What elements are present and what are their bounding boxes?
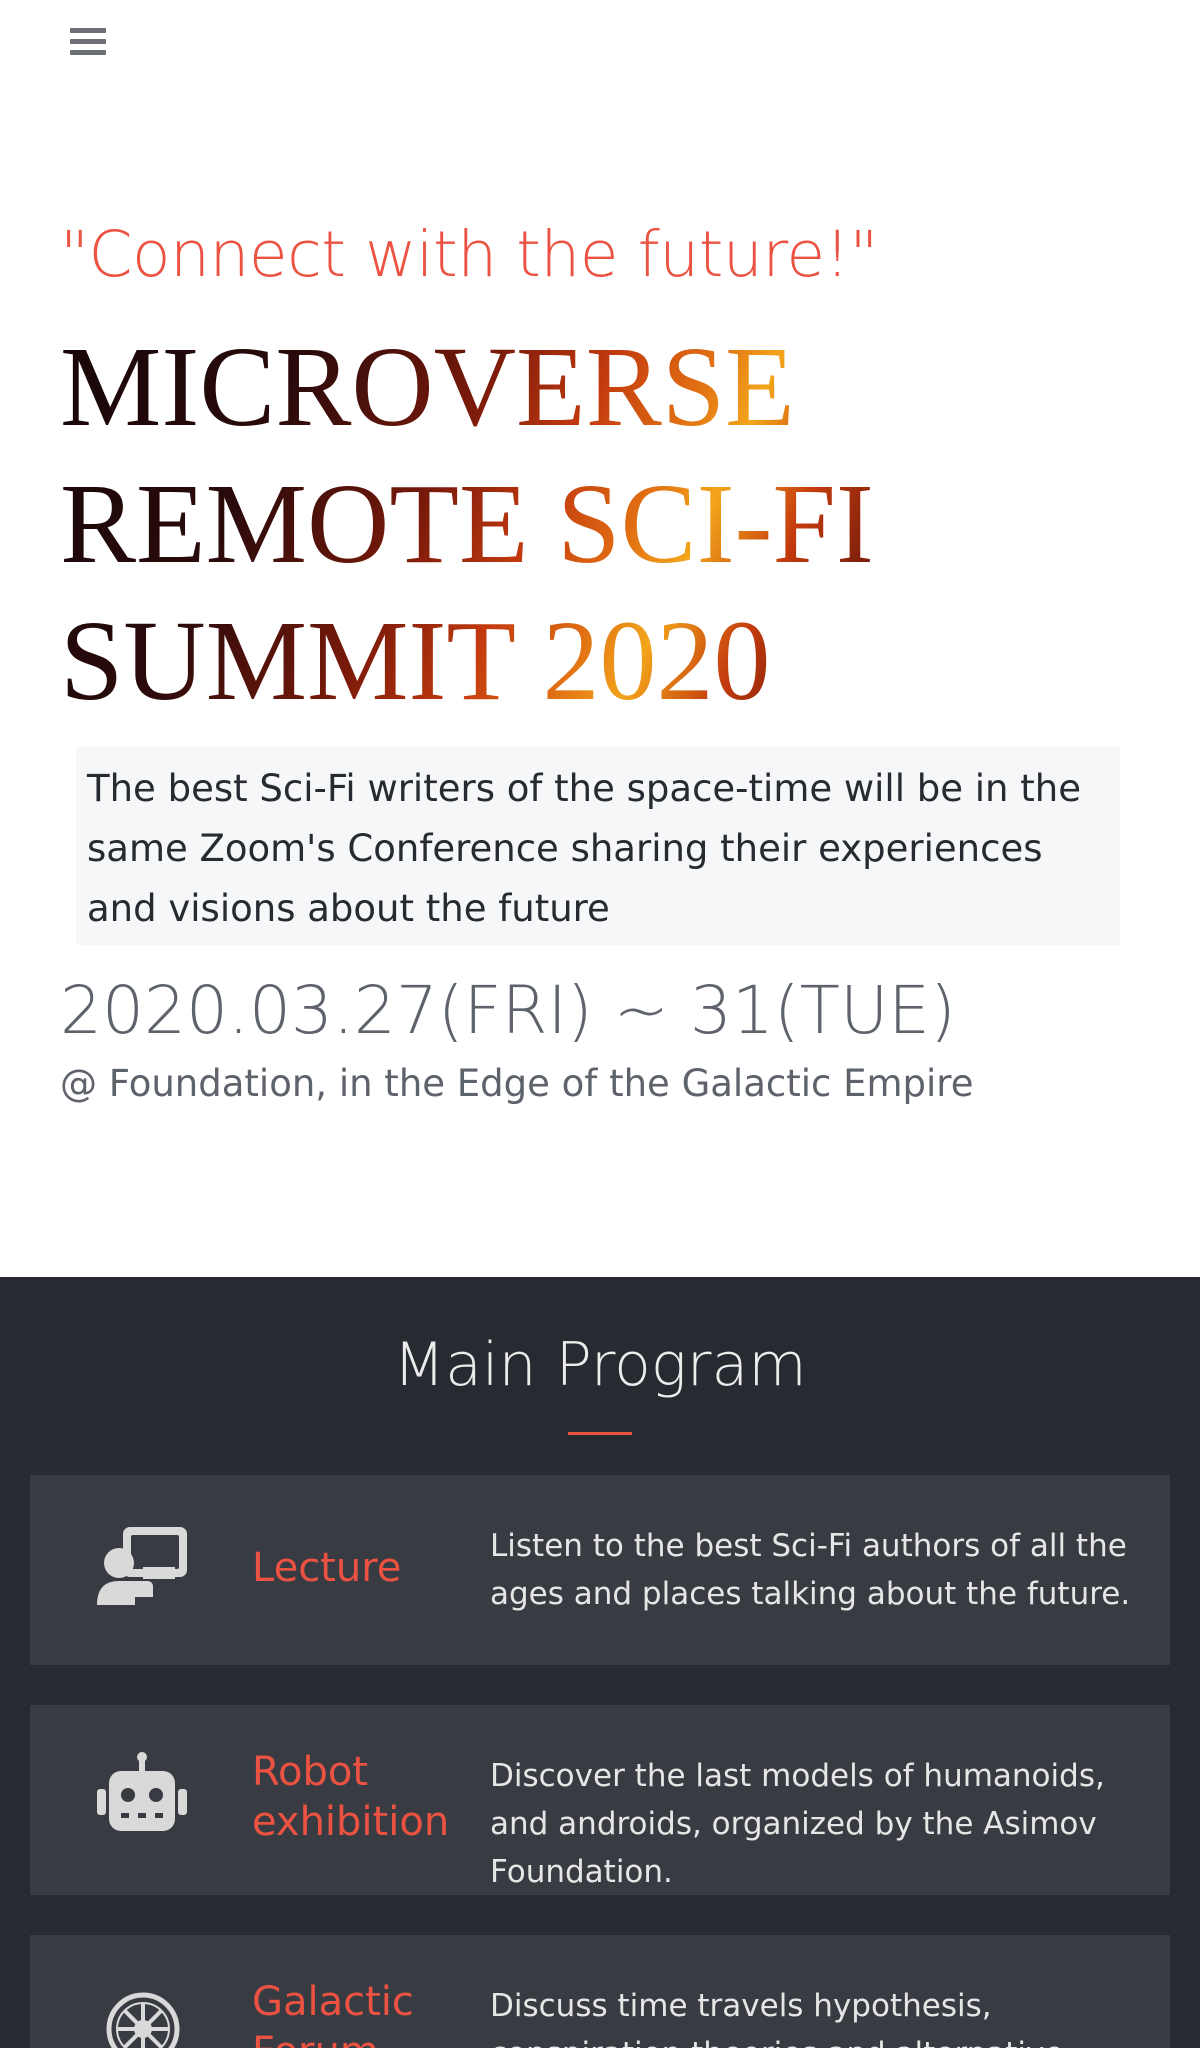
event-venue: @ Foundation, in the Edge of the Galacti…	[60, 1062, 974, 1105]
hero-section: "Connect with the future!" MICROVERSE RE…	[0, 0, 1200, 1277]
program-card-galactic-forum[interactable]: Galactic Forum Discuss time travels hypo…	[30, 1935, 1170, 2048]
program-card-description: Listen to the best Sci-Fi authors of all…	[490, 1528, 1131, 1612]
hero-title-line: REMOTE SCI-FI	[60, 460, 874, 587]
program-title: Main Program	[393, 1330, 807, 1400]
program-card-name: Galactic Forum	[252, 1979, 414, 2048]
hero-intro-text: The best Sci-Fi writers of the space-tim…	[87, 767, 1081, 930]
program-card-name: Robot exhibition	[252, 1749, 450, 1845]
galactic-republic-icon	[95, 1981, 190, 2048]
program-card-robot-exhibition[interactable]: Robot exhibition Discover the last model…	[30, 1705, 1170, 1895]
program-card-description: Discuss time travels hypothesis, conspir…	[490, 1988, 1063, 2048]
program-title-underline	[568, 1432, 632, 1435]
program-card-lecture[interactable]: Lecture Listen to the best Sci-Fi author…	[30, 1475, 1170, 1665]
hero-tagline: "Connect with the future!"	[60, 218, 878, 291]
hero-title-line: MICROVERSE	[60, 323, 795, 450]
hero-title-line: SUMMIT 2020	[60, 597, 771, 724]
program-card-name: Lecture	[252, 1545, 402, 1591]
hero-title: MICROVERSE REMOTE SCI-FI SUMMIT 2020	[60, 318, 1060, 729]
event-dates: 2020.03.27(FRI) ~ 31(TUE)	[60, 972, 956, 1049]
presentation-icon	[95, 1523, 190, 1613]
hamburger-menu-icon[interactable]	[70, 28, 106, 60]
robot-icon	[95, 1751, 190, 1841]
main-program-section: Main Program Lecture Listen to the best …	[0, 1277, 1200, 2048]
hero-intro-box: The best Sci-Fi writers of the space-tim…	[76, 747, 1120, 945]
program-card-description: Discover the last models of humanoids, a…	[490, 1758, 1105, 1890]
